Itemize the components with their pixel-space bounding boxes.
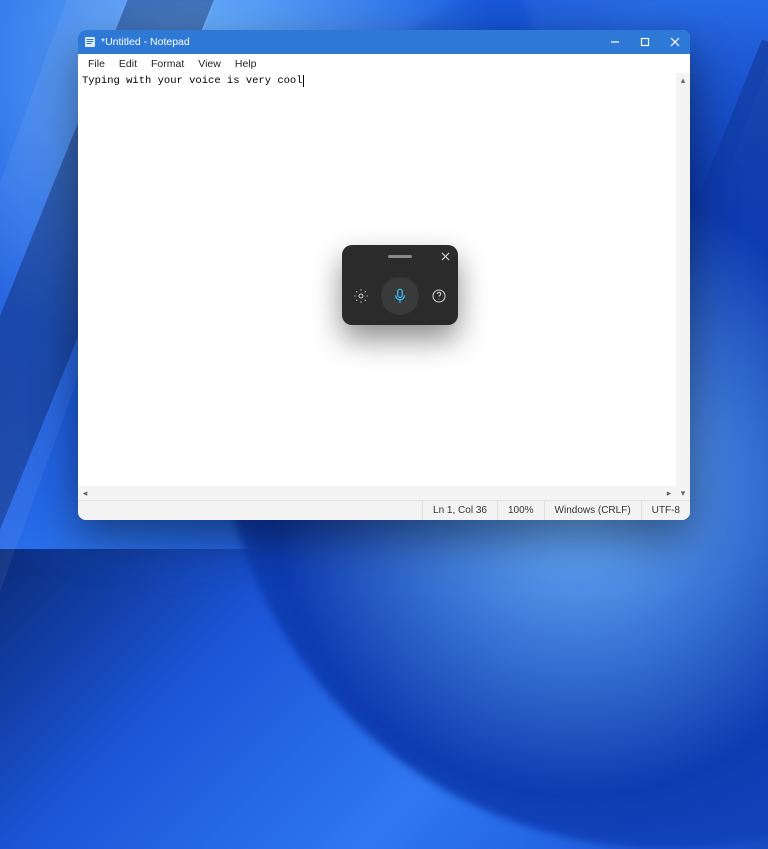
scroll-left-icon[interactable]: ◂ (78, 486, 92, 500)
drag-handle[interactable] (388, 255, 412, 258)
text-caret (303, 75, 304, 87)
voice-panel-header[interactable] (342, 245, 458, 267)
window-title: *Untitled - Notepad (101, 36, 190, 48)
scroll-down-icon[interactable]: ▾ (676, 486, 690, 500)
voice-typing-panel[interactable] (342, 245, 458, 325)
status-zoom: 100% (497, 501, 544, 520)
menu-help[interactable]: Help (229, 57, 263, 71)
status-encoding: UTF-8 (641, 501, 690, 520)
microphone-icon (391, 287, 409, 305)
menu-file[interactable]: File (82, 57, 111, 71)
menu-view[interactable]: View (192, 57, 227, 71)
voice-settings-button[interactable] (353, 288, 369, 304)
minimize-button[interactable] (600, 30, 630, 54)
statusbar: Ln 1, Col 36 100% Windows (CRLF) UTF-8 (78, 500, 690, 520)
notepad-app-icon (84, 36, 96, 48)
scroll-up-icon[interactable]: ▴ (676, 73, 690, 87)
voice-close-button[interactable] (438, 249, 452, 263)
close-button[interactable] (660, 30, 690, 54)
editor-content: Typing with your voice is very cool (82, 74, 304, 87)
maximize-button[interactable] (630, 30, 660, 54)
voice-mic-button[interactable] (381, 277, 419, 315)
scroll-right-icon[interactable]: ▸ (662, 486, 676, 500)
menu-format[interactable]: Format (145, 57, 190, 71)
menu-edit[interactable]: Edit (113, 57, 143, 71)
status-cursor-pos: Ln 1, Col 36 (422, 501, 497, 520)
horizontal-scrollbar[interactable]: ◂ ▸ (78, 486, 676, 500)
menubar: File Edit Format View Help (78, 54, 690, 73)
vertical-scrollbar[interactable]: ▴ ▾ (676, 73, 690, 500)
titlebar[interactable]: *Untitled - Notepad (78, 30, 690, 54)
voice-help-button[interactable] (431, 288, 447, 304)
status-eol: Windows (CRLF) (544, 501, 641, 520)
